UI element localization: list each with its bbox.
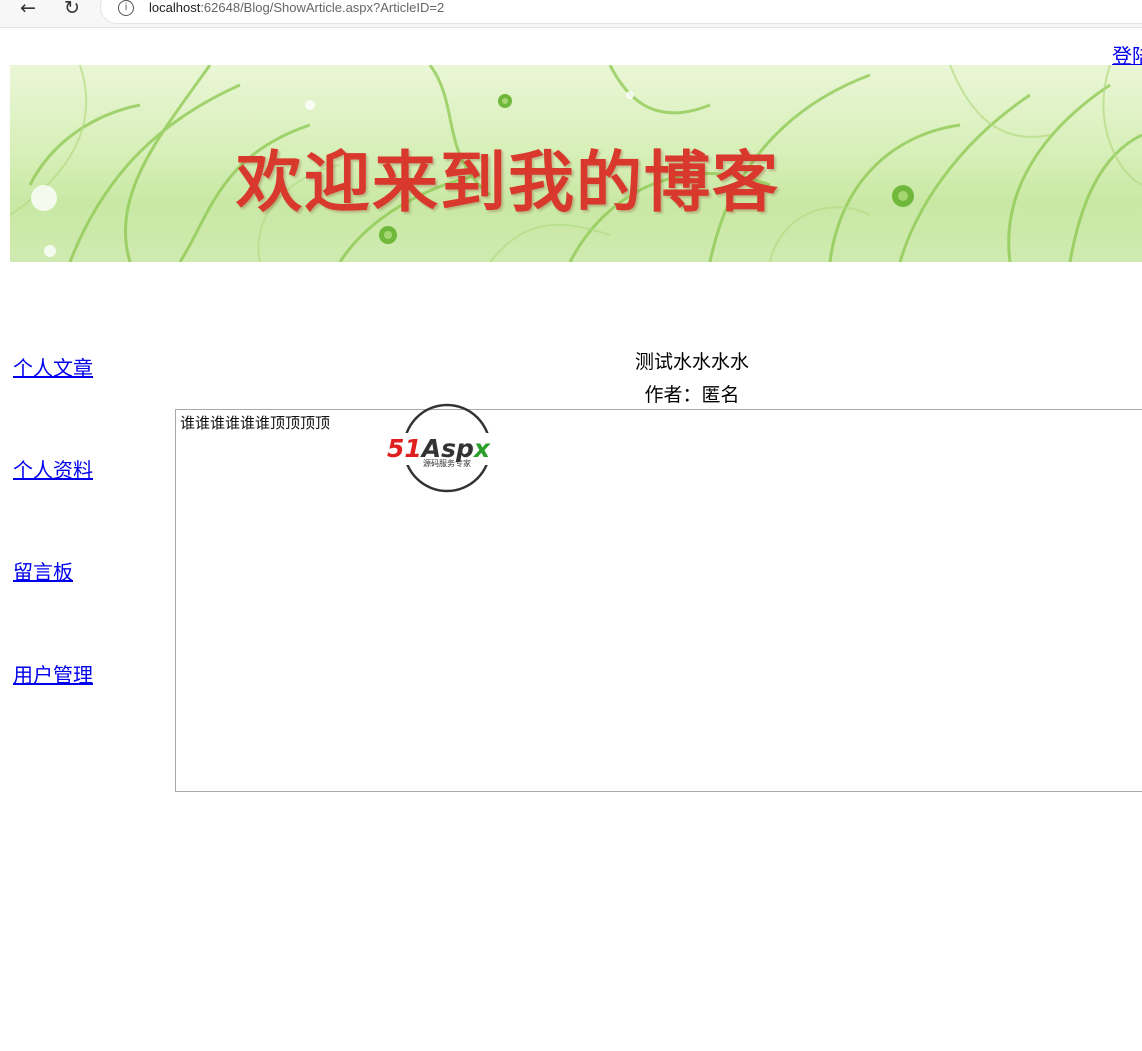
back-arrow-icon[interactable]: ← [15,0,41,18]
menu-item-articles[interactable]: 个人文章 [13,352,93,381]
logo-brand-green: x [472,434,491,463]
article-content-textarea[interactable]: 谁谁谁谁谁谁顶顶顶顶 [175,409,1142,792]
article-author: 作者：匿名 [644,384,740,406]
logo-tagline: 源码服务专家 [423,458,471,468]
site-info-icon[interactable]: i [118,0,134,16]
51aspx-logo: 51Aspx 源码服务专家 [386,403,510,493]
menu-item-guestbook[interactable]: 留言板 [13,556,73,585]
article-title: 测试水水水水 [634,351,749,373]
menu-item-user-management[interactable]: 用户管理 [13,659,93,688]
url-path: :62648/Blog/ShowArticle.aspx?ArticleID=2 [200,0,445,15]
menu-item-profile[interactable]: 个人资料 [13,454,93,483]
browser-toolbar: ← ↻ i localhost:62648/Blog/ShowArticle.a… [0,0,1142,28]
url-host: localhost [149,0,201,15]
logo-brand-red: 51 [387,434,422,463]
url-text[interactable]: localhost:62648/Blog/ShowArticle.aspx?Ar… [149,0,444,15]
reload-icon[interactable]: ↻ [59,0,85,18]
blog-banner: 欢迎来到我的博客 [10,65,1142,262]
banner-title: 欢迎来到我的博客 [236,144,780,221]
